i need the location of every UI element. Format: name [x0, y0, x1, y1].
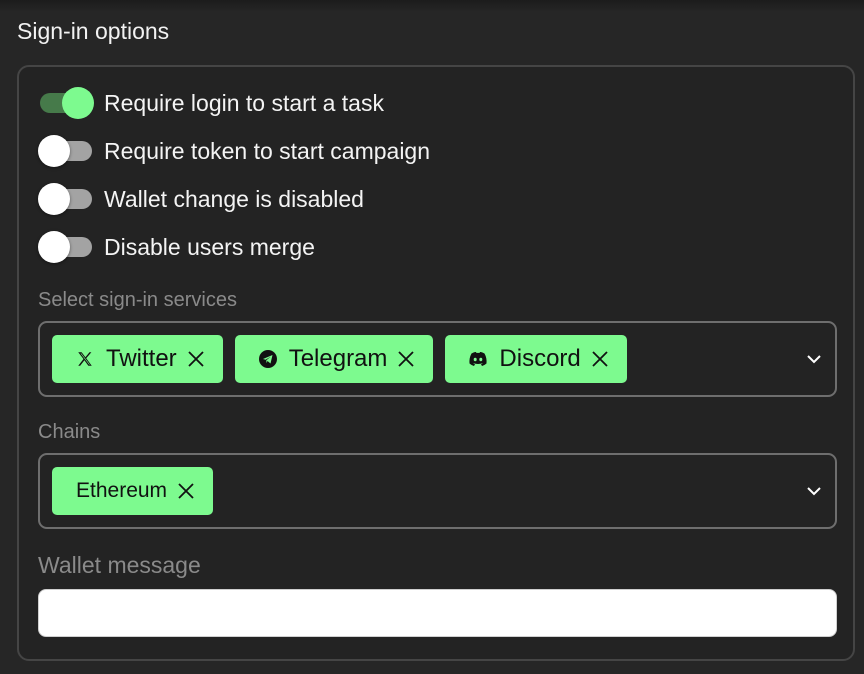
chip-telegram: Telegram — [234, 335, 434, 383]
chip-label: Discord — [499, 345, 581, 372]
wallet-change-switch[interactable] — [38, 181, 94, 217]
toggle-wallet-change-disabled[interactable]: Wallet change is disabled — [38, 181, 364, 217]
toggle-label: Wallet change is disabled — [104, 185, 364, 212]
services-label: Select sign-in services — [38, 289, 237, 311]
switch-knob — [38, 135, 70, 167]
chains-select[interactable]: Ethereum — [38, 453, 837, 529]
top-bar — [0, 0, 864, 12]
toggle-require-token[interactable]: Require token to start campaign — [38, 133, 430, 169]
telegram-icon — [257, 348, 279, 370]
toggle-label: Require token to start campaign — [104, 137, 431, 164]
chains-label: Chains — [38, 421, 101, 443]
wallet-message-input[interactable] — [38, 589, 837, 637]
chip-twitter: Twitter — [52, 335, 223, 383]
wallet-message-label: Wallet message — [38, 552, 201, 578]
chip-label: Telegram — [288, 345, 388, 372]
x-logo-icon — [74, 348, 96, 370]
discord-icon — [467, 348, 489, 370]
switch-knob — [62, 87, 94, 119]
toggle-label: Disable users merge — [104, 233, 315, 260]
section-title: Sign-in options — [17, 18, 170, 44]
services-select[interactable]: Twitter Telegram Discord — [38, 321, 837, 397]
chevron-down-icon[interactable] — [805, 482, 823, 500]
sign-in-options-panel: Require login to start a task Require to… — [17, 65, 855, 661]
chip-label: Ethereum — [76, 479, 168, 502]
chevron-down-icon[interactable] — [805, 350, 823, 368]
chip-ethereum: Ethereum — [52, 467, 214, 515]
switch-knob — [38, 183, 70, 215]
require-token-switch[interactable] — [38, 133, 94, 169]
chip-label: Twitter — [106, 345, 177, 372]
switch-knob — [38, 231, 70, 263]
users-merge-switch[interactable] — [38, 229, 94, 265]
toggle-label: Require login to start a task — [104, 89, 384, 116]
remove-chip-icon[interactable] — [395, 348, 417, 370]
remove-chip-icon[interactable] — [175, 480, 197, 502]
require-login-switch[interactable] — [38, 85, 94, 121]
remove-chip-icon[interactable] — [589, 348, 611, 370]
toggle-disable-users-merge[interactable]: Disable users merge — [38, 229, 315, 265]
chip-discord: Discord — [445, 335, 627, 383]
remove-chip-icon[interactable] — [185, 348, 207, 370]
toggle-require-login[interactable]: Require login to start a task — [38, 85, 384, 121]
